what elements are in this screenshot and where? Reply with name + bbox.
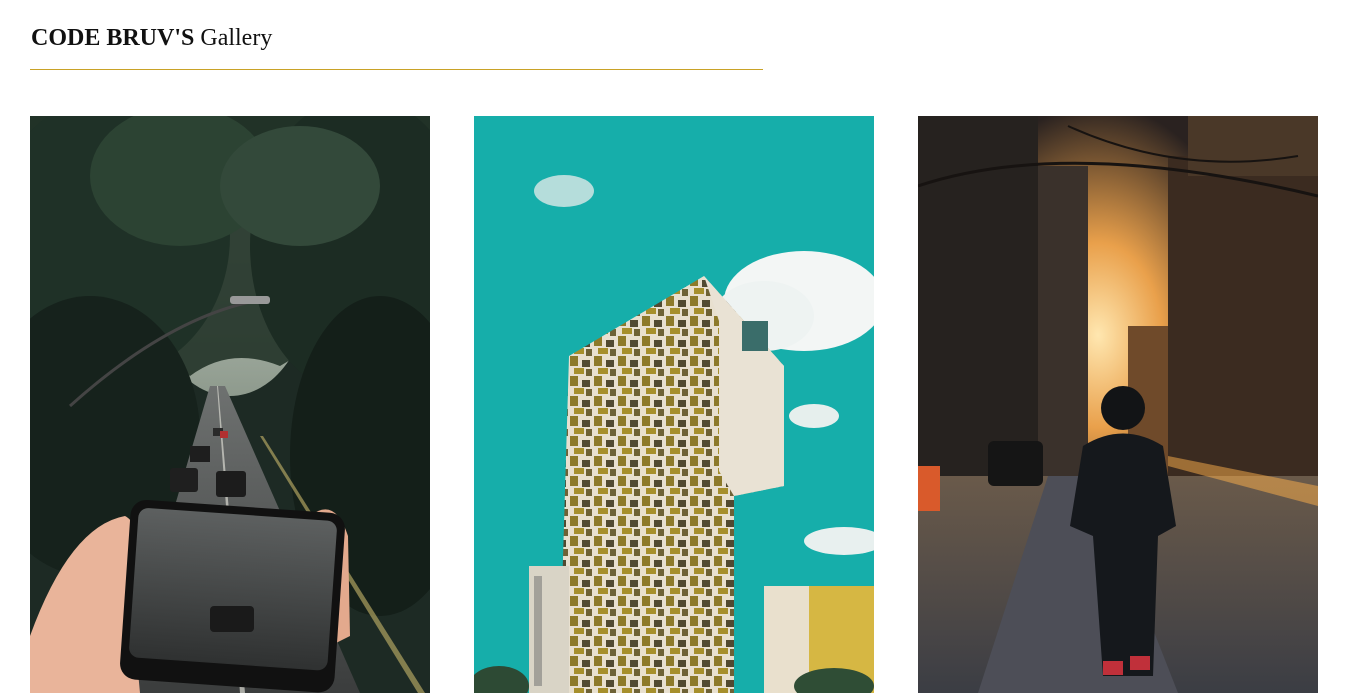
city-street-image xyxy=(918,116,1318,693)
page-title: CODE BRUV'S Gallery xyxy=(31,24,272,52)
forest-road-image xyxy=(30,116,430,693)
gallery-photo-tower[interactable] xyxy=(474,116,874,693)
title-suffix: Gallery xyxy=(200,25,273,51)
gallery-photo-forest-road[interactable] xyxy=(30,116,430,693)
tower-image xyxy=(474,116,874,693)
gallery-photo-city-street[interactable] xyxy=(918,116,1318,693)
gallery-header: CODE BRUV'S Gallery xyxy=(30,0,763,70)
title-brand: CODE BRUV'S xyxy=(31,25,195,51)
